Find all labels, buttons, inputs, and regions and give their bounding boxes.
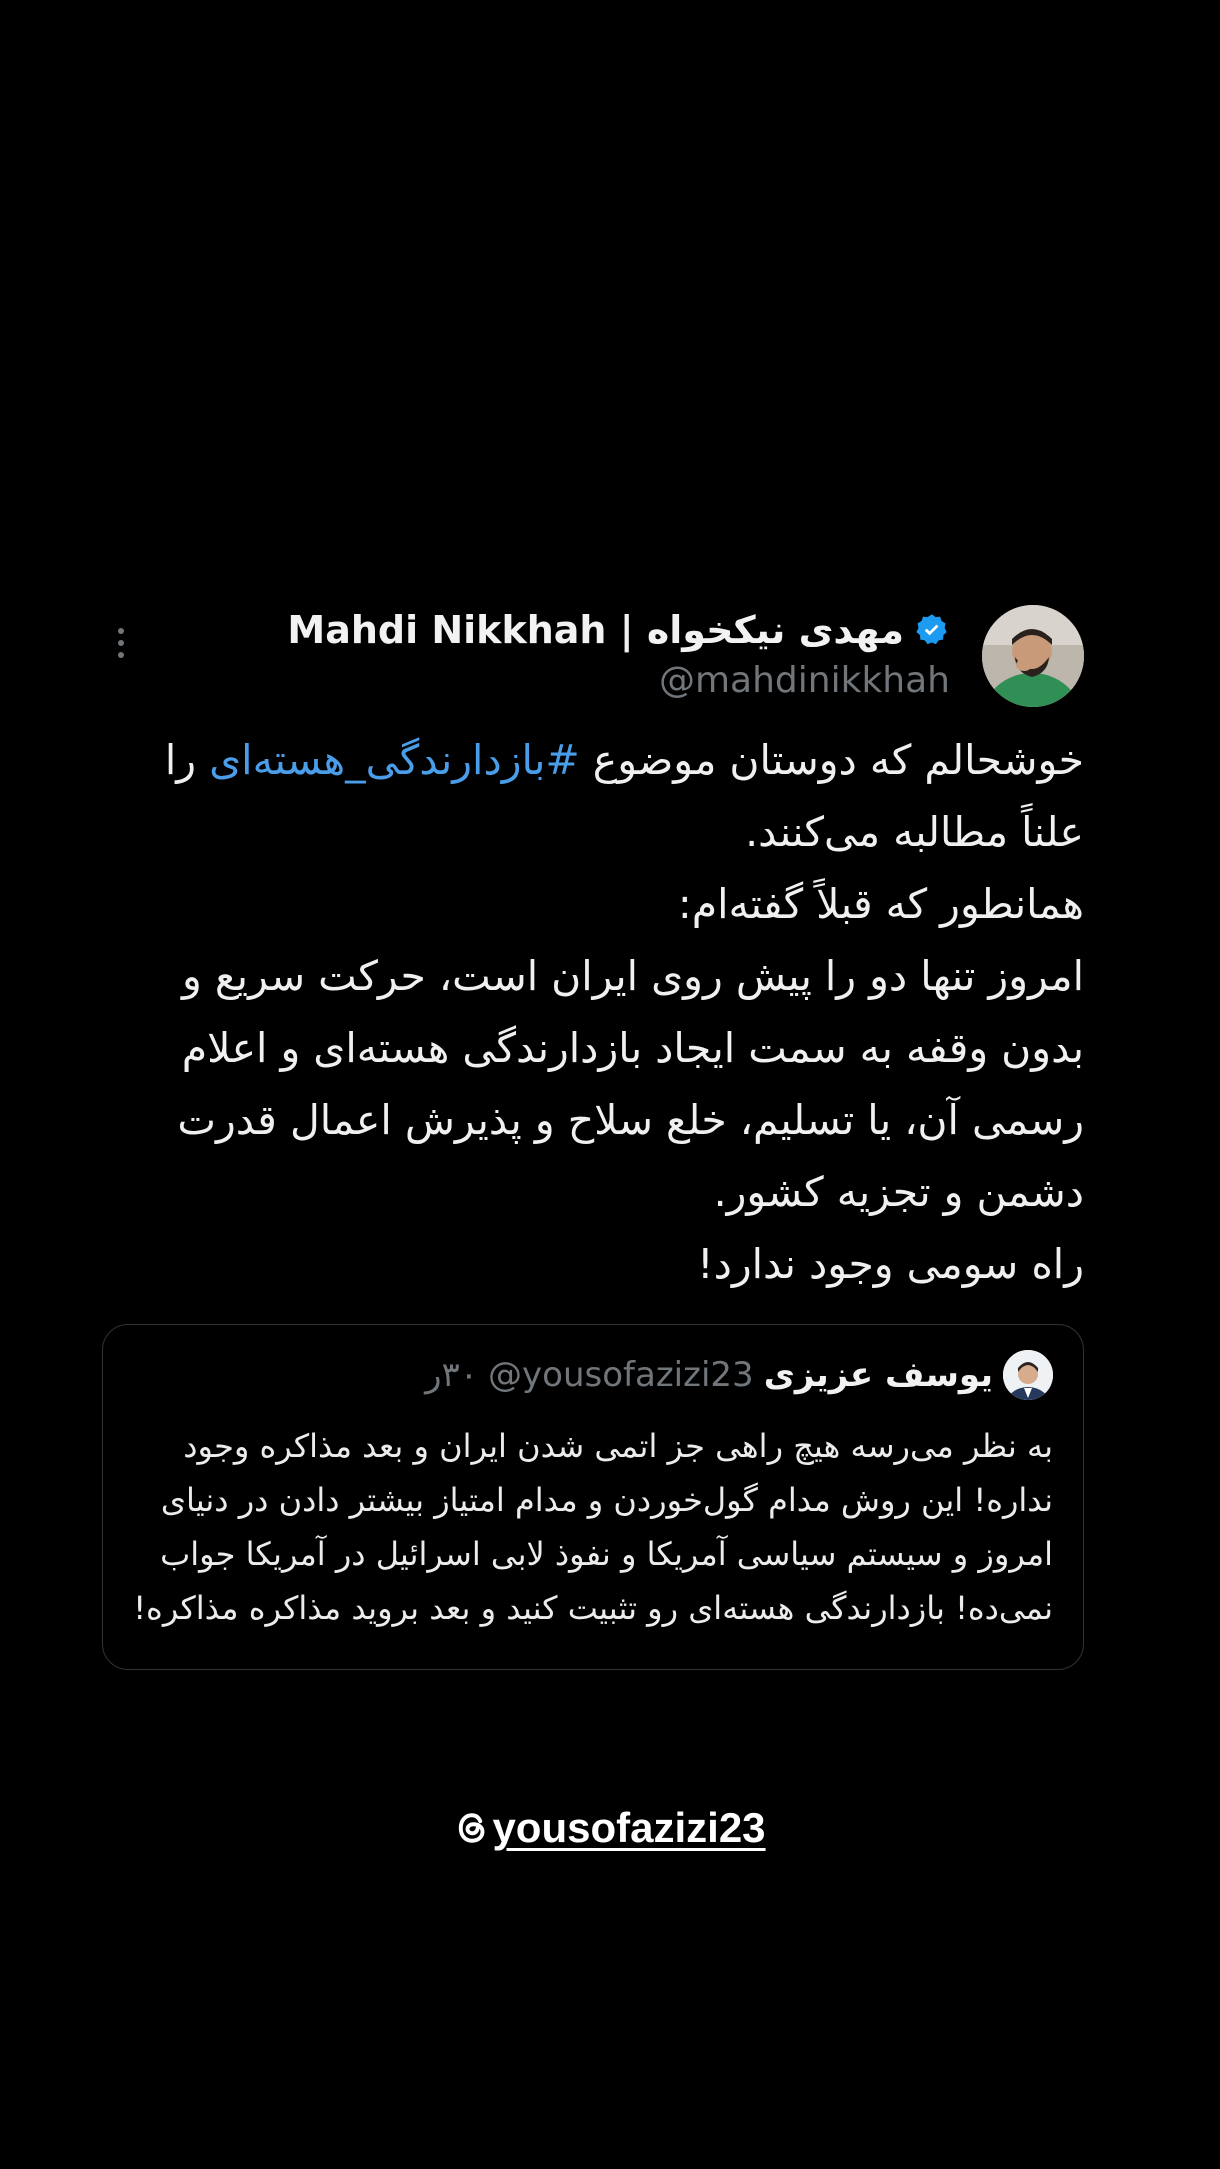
watermark: yousofazizi23 [0,1804,1220,1852]
tweet-line-4: راه سومی وجود ندارد! [697,1240,1084,1288]
quoted-tweet-header: یوسف عزیزی @yousofazizi23 ۳۰ر [133,1349,1053,1401]
quoted-text-body: به نظر می‌رسه هیچ راهی جز اتمی شدن ایران… [133,1427,1053,1627]
tweet-header: مهدی نیکخواه | Mahdi Nikkhah @mahdinikkh… [102,600,1084,710]
author-display-name[interactable]: مهدی نیکخواه | Mahdi Nikkhah [287,608,904,652]
quoted-author-name[interactable]: یوسف عزیزی [764,1355,993,1395]
tweet-card[interactable]: مهدی نیکخواه | Mahdi Nikkhah @mahdinikkh… [102,600,1084,1670]
verified-badge-icon [916,614,947,645]
watermark-handle[interactable]: yousofazizi23 [492,1804,765,1852]
quoted-tweet[interactable]: یوسف عزیزی @yousofazizi23 ۳۰ر به نظر می‌… [102,1324,1084,1670]
author-name-row[interactable]: مهدی نیکخواه | Mahdi Nikkhah [287,608,950,652]
author-handle[interactable]: @mahdinikkhah [659,660,950,701]
quoted-author-avatar[interactable] [1003,1350,1053,1400]
more-vertical-icon[interactable] [114,628,128,668]
threads-icon [459,1813,485,1843]
tweet-text: خوشحالم که دوستان موضوع #بازدارندگی_هسته… [102,724,1084,1300]
hashtag-link[interactable]: #بازدارندگی_هسته‌ای [209,736,580,784]
watermark-link[interactable]: yousofazizi23 [454,1804,766,1852]
tweet-text-prefix: خوشحالم که دوستان موضوع [579,736,1084,784]
quoted-tweet-text: به نظر می‌رسه هیچ راهی جز اتمی شدن ایران… [133,1419,1053,1635]
quoted-author-handle[interactable]: @yousofazizi23 [488,1355,754,1395]
tweet-line-1: خوشحالم که دوستان موضوع #بازدارندگی_هسته… [102,724,1084,868]
author-avatar[interactable] [982,605,1084,707]
tweet-line-3: امروز تنها دو را پیش روی ایران است، حرکت… [177,952,1084,1216]
tweet-line-2: همانطور که قبلاً گفته‌ام: [677,880,1084,928]
quoted-tweet-time: ۳۰ر [425,1355,479,1395]
